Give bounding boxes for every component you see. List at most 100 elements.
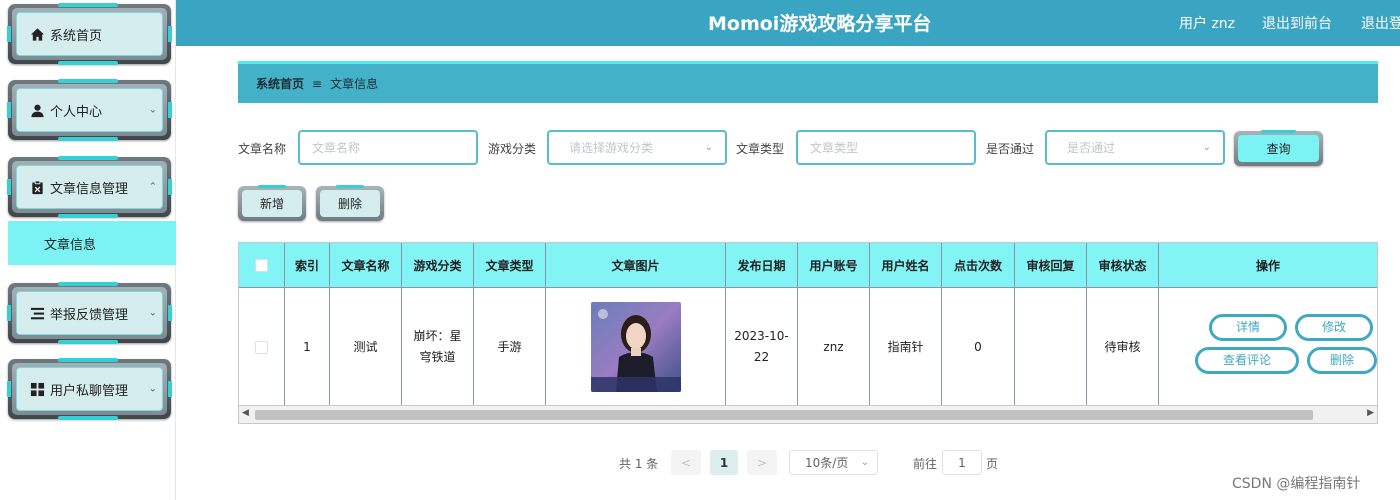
detail-button[interactable]: 详情: [1209, 314, 1287, 341]
article-name-label: 文章名称: [238, 142, 287, 156]
table-row: 1 测试 崩坏：星穹铁道 手游 2023-10-22 znz 指南针 0 待审核…: [239, 287, 1377, 406]
page-size-value: 10条/页: [805, 456, 849, 470]
chevron-up-icon: ⌃: [148, 181, 157, 193]
table-header: 索引 文章名称 游戏分类 文章类型 文章图片 发布日期 用户账号 用户姓名 点击…: [239, 243, 1377, 287]
cell-publish-date: 2023-10-22: [726, 288, 798, 406]
cell-user-account: znz: [798, 288, 870, 406]
approved-placeholder: 是否通过: [1067, 141, 1116, 155]
query-button-label: 查询: [1238, 135, 1319, 162]
article-name-placeholder: 文章名称: [312, 141, 361, 155]
breadcrumb: 系统首页 ≡ 文章信息: [238, 61, 1378, 103]
column-header: 游戏分类: [402, 243, 474, 287]
cell-actions: 详情 修改 查看评论 删除: [1159, 288, 1377, 406]
approved-select[interactable]: 是否通过 ⌄: [1045, 130, 1225, 165]
cell-game-category: 崩坏：星穹铁道: [402, 288, 474, 406]
game-category-placeholder: 请选择游戏分类: [569, 141, 654, 155]
sidebar-subitem-article-info[interactable]: 文章信息: [8, 221, 176, 265]
sidebar-item-personal-center[interactable]: 个人中心 ⌄: [7, 79, 172, 141]
cell-review-reply: [1015, 288, 1087, 406]
watermark: CSDN @编程指南针: [1232, 476, 1361, 492]
back-to-front-link[interactable]: 退出到前台: [1262, 13, 1332, 33]
column-header: 用户姓名: [870, 243, 942, 287]
row-select-cell: [239, 288, 285, 406]
edit-button[interactable]: 修改: [1295, 314, 1373, 341]
sidebar-item-label: 系统首页: [50, 28, 103, 44]
sidebar: 系统首页 个人中心 ⌄ 文章信息管理 ⌃ 文章信息 举报反馈管理 ⌄ 用户私聊管…: [0, 0, 176, 500]
approved-label: 是否通过: [986, 142, 1035, 156]
goto-page-input[interactable]: 1: [942, 450, 982, 475]
select-all-cell: [239, 243, 285, 287]
delete-button[interactable]: 删除: [316, 185, 384, 221]
sidebar-item-article-management[interactable]: 文章信息管理 ⌃: [7, 156, 172, 218]
pagination-total: 共 1 条: [619, 457, 659, 471]
sidebar-subitem-label: 文章信息: [44, 237, 97, 253]
column-header: 操作: [1255, 258, 1280, 273]
clipboard-icon: [32, 179, 43, 194]
user-icon: [31, 104, 44, 117]
grid-icon: [30, 382, 45, 396]
article-name-input[interactable]: 文章名称: [298, 130, 478, 165]
user-link[interactable]: 用户 znz: [1179, 13, 1235, 33]
delete-button-label: 删除: [320, 190, 380, 217]
sidebar-item-label: 文章信息管理: [50, 181, 129, 197]
scrollbar-thumb[interactable]: [255, 410, 1313, 420]
column-header: 用户账号: [798, 243, 870, 287]
column-header: 点击次数: [942, 243, 1015, 287]
cell-click-count: 0: [942, 288, 1015, 406]
breadcrumb-current: 文章信息: [330, 77, 379, 91]
chevron-down-icon: ⌄: [1202, 142, 1211, 153]
column-header: 文章名称: [330, 243, 402, 287]
prev-page-button[interactable]: <: [671, 450, 701, 475]
chevron-down-icon: ⌄: [148, 307, 157, 319]
chevron-down-icon: ⌄: [860, 457, 869, 468]
breadcrumb-home[interactable]: 系统首页: [256, 75, 304, 92]
column-header: 发布日期: [726, 243, 798, 287]
add-button[interactable]: 新增: [238, 185, 306, 221]
column-header: 文章类型: [474, 243, 546, 287]
sidebar-item-home[interactable]: 系统首页: [7, 3, 172, 65]
breadcrumb-separator-icon: ≡: [312, 76, 323, 91]
row-delete-button[interactable]: 删除: [1307, 347, 1377, 374]
scroll-left-icon[interactable]: ◀: [242, 408, 249, 418]
sidebar-item-report-management[interactable]: 举报反馈管理 ⌄: [7, 282, 172, 344]
horizontal-scrollbar[interactable]: ◀ ▶: [239, 405, 1377, 423]
sidebar-item-label: 用户私聊管理: [50, 383, 129, 399]
select-all-checkbox[interactable]: [255, 258, 268, 272]
sidebar-item-label: 个人中心: [50, 104, 103, 120]
article-table: 索引 文章名称 游戏分类 文章类型 文章图片 发布日期 用户账号 用户姓名 点击…: [238, 242, 1378, 424]
page-number-button[interactable]: 1: [710, 450, 738, 475]
goto-label: 前往: [913, 457, 938, 471]
add-button-label: 新增: [242, 190, 302, 217]
cell-article-type: 手游: [474, 288, 546, 406]
list-icon: [30, 307, 45, 319]
cell-review-status: 待审核: [1087, 288, 1159, 406]
next-page-button[interactable]: >: [747, 450, 777, 475]
sidebar-item-chat-management[interactable]: 用户私聊管理 ⌄: [7, 358, 172, 420]
article-type-label: 文章类型: [736, 142, 785, 156]
page-size-select[interactable]: 10条/页 ⌄: [789, 450, 878, 475]
chevron-down-icon: ⌄: [148, 383, 157, 395]
view-comments-button[interactable]: 查看评论: [1195, 347, 1299, 374]
cell-index: 1: [285, 288, 330, 406]
chevron-down-icon: ⌄: [148, 104, 157, 116]
article-thumbnail[interactable]: [590, 302, 681, 392]
column-header: 审核回复: [1015, 243, 1087, 287]
sidebar-item-label: 举报反馈管理: [50, 307, 129, 323]
page-suffix-label: 页: [986, 457, 999, 471]
logout-link[interactable]: 退出登录: [1361, 13, 1400, 33]
game-category-label: 游戏分类: [488, 142, 537, 156]
scroll-right-icon[interactable]: ▶: [1367, 408, 1374, 418]
cell-article-name: 测试: [330, 288, 402, 406]
cell-user-name: 指南针: [870, 288, 942, 406]
article-type-input[interactable]: 文章类型: [796, 130, 976, 165]
column-header: 文章图片: [546, 243, 726, 287]
article-type-placeholder: 文章类型: [810, 141, 859, 155]
query-button[interactable]: 查询: [1234, 130, 1323, 166]
row-checkbox[interactable]: [255, 340, 268, 354]
cell-article-image: [546, 288, 726, 406]
chevron-down-icon: ⌄: [704, 142, 713, 153]
game-category-select[interactable]: 请选择游戏分类 ⌄: [547, 130, 727, 165]
column-header: 索引: [285, 243, 330, 287]
top-header: Momoi游戏攻略分享平台 用户 znz 退出到前台 退出登录: [176, 0, 1400, 46]
column-header: 审核状态: [1087, 243, 1159, 287]
